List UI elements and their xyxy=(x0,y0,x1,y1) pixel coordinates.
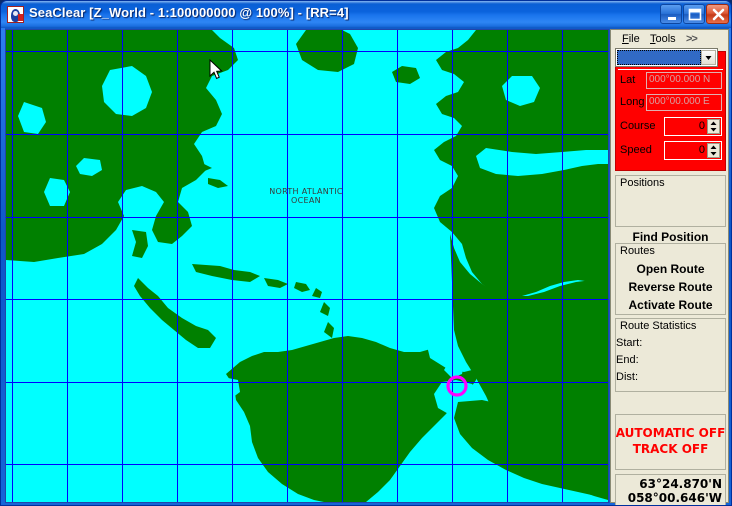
chevron-down-icon[interactable] xyxy=(701,50,716,65)
speed-stepper[interactable]: 0 xyxy=(664,141,722,160)
window-title: SeaClear [Z_World - 1:100000000 @ 100%] … xyxy=(29,5,349,20)
ocean-label-line1: NORTH ATLANTIC xyxy=(269,187,343,196)
find-position-button[interactable]: Find Position xyxy=(615,230,726,244)
control-sidebar: File Tools >> DR Lat 000°00.000 N Long 0… xyxy=(610,29,729,505)
close-button[interactable] xyxy=(706,4,729,24)
route-end-label: End: xyxy=(616,354,639,366)
dead-reckoning-panel: DR Lat 000°00.000 N Long 000°00.000 E Co… xyxy=(615,51,726,171)
positions-selected-value xyxy=(617,50,701,65)
application-window: SeaClear [Z_World - 1:100000000 @ 100%] … xyxy=(0,0,732,506)
menu-tools-label: ools xyxy=(655,33,676,45)
seaclear-compass-icon xyxy=(7,6,24,23)
dr-separator xyxy=(618,69,723,70)
speed-value: 0 xyxy=(698,144,705,156)
activate-route-button[interactable]: Activate Route xyxy=(615,298,726,312)
latitude-input[interactable]: 000°00.000 N xyxy=(646,72,722,89)
course-stepper[interactable]: 0 xyxy=(664,117,722,136)
status-track: TRACK OFF xyxy=(632,442,709,456)
menu-bar: File Tools >> xyxy=(612,31,727,49)
mouse-cursor-icon xyxy=(209,59,223,80)
route-dist-label: Dist: xyxy=(616,371,638,383)
course-value: 0 xyxy=(698,120,705,132)
chart-map-view[interactable]: NORTH ATLANTIC OCEAN SOUTH ATLANTIC OCEA… xyxy=(5,29,609,503)
course-label: Course xyxy=(620,120,656,132)
ocean-label-north-atlantic: NORTH ATLANTIC OCEAN xyxy=(261,187,351,205)
client-area: NORTH ATLANTIC OCEAN SOUTH ATLANTIC OCEA… xyxy=(5,28,729,505)
maximize-button[interactable] xyxy=(683,4,705,24)
menu-tools[interactable]: Tools xyxy=(650,33,676,45)
minimize-button[interactable] xyxy=(660,4,682,24)
longitude-input[interactable]: 000°00.000 E xyxy=(646,94,722,111)
speed-label: Speed xyxy=(620,144,652,156)
route-statistics-group-title: Route Statistics xyxy=(620,320,697,332)
positions-select[interactable] xyxy=(615,48,718,67)
menu-file-label: ile xyxy=(628,33,640,45)
route-start-label: Start: xyxy=(616,337,643,349)
open-route-button[interactable]: Open Route xyxy=(615,262,726,276)
menu-overflow-chevron-icon[interactable]: >> xyxy=(686,33,698,45)
readout-latitude: 63°24.870'N xyxy=(639,477,722,491)
ocean-label-line2: OCEAN xyxy=(291,196,321,205)
status-automatic: AUTOMATIC OFF xyxy=(615,426,726,440)
readout-longitude: 058°00.646'W xyxy=(627,491,722,505)
routes-group-title: Routes xyxy=(620,245,655,257)
title-bar: SeaClear [Z_World - 1:100000000 @ 100%] … xyxy=(1,1,731,28)
reverse-route-button[interactable]: Reverse Route xyxy=(615,280,726,294)
speed-spinner-buttons[interactable] xyxy=(707,143,720,158)
world-chart-canvas xyxy=(6,30,608,502)
menu-file[interactable]: File xyxy=(622,33,640,45)
longitude-label: Long xyxy=(620,96,645,108)
positions-group-title: Positions xyxy=(620,177,665,189)
course-spinner-buttons[interactable] xyxy=(707,119,720,134)
latitude-label: Lat xyxy=(620,74,636,86)
positions-group: Positions xyxy=(615,175,726,227)
